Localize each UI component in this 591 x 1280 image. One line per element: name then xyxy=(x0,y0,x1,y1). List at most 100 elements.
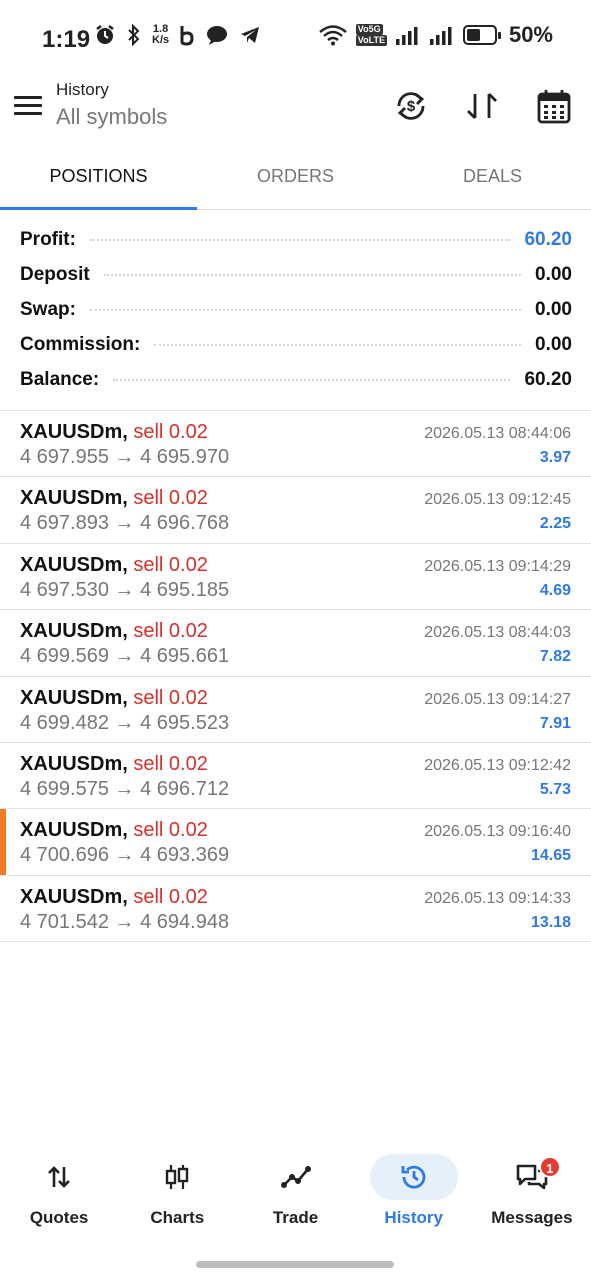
dotted-leader xyxy=(103,273,522,276)
deal-list: XAUUSDm, sell 0.02 4 697.955 → 4 695.970… xyxy=(0,411,591,943)
deal-time: 2026.05.13 08:44:06 xyxy=(424,425,571,442)
wifi-icon xyxy=(318,25,347,46)
nav-charts-label: Charts xyxy=(150,1208,205,1227)
summary-panel: Profit: 60.20 Deposit 0.00 Swap: 0.00 Co… xyxy=(20,222,572,397)
b-app-icon xyxy=(180,26,194,46)
symbol-filter[interactable]: All symbols xyxy=(56,104,167,130)
deposit-value: 0.00 xyxy=(535,263,572,285)
deal-time: 2026.05.13 09:12:42 xyxy=(424,756,571,774)
deal-symbol-line: XAUUSDm, sell 0.02 xyxy=(20,421,208,444)
history-icon xyxy=(369,1154,458,1200)
list-item[interactable]: XAUUSDm, sell 0.02 4 699.569 → 4 695.661… xyxy=(0,610,591,677)
charts-icon xyxy=(133,1154,221,1200)
status-right-icons: Vo5G VoLTE 50% xyxy=(318,22,553,48)
summary-swap-row: Swap: 0.00 xyxy=(20,292,572,327)
profit-label: Profit: xyxy=(20,228,76,250)
volte-label: VoLTE xyxy=(355,35,387,46)
trade-icon xyxy=(252,1154,340,1200)
dotted-leader xyxy=(154,343,522,346)
nav-quotes-label: Quotes xyxy=(29,1208,89,1227)
tab-positions[interactable]: POSITIONS xyxy=(0,150,197,210)
calendar-icon[interactable] xyxy=(534,86,574,126)
nav-trade-label: Trade xyxy=(272,1208,319,1227)
signal-1-icon xyxy=(395,27,418,45)
deal-prices: 4 699.569 → 4 695.661 xyxy=(20,645,230,668)
deal-profit: 7.82 xyxy=(539,648,571,666)
deal-symbol: XAUUSDm, xyxy=(20,620,128,643)
list-item[interactable]: XAUUSDm, sell 0.02 4 697.955 → 4 695.970… xyxy=(0,411,591,478)
deal-time: 2026.05.13 09:14:27 xyxy=(424,690,571,708)
deal-profit: 5.73 xyxy=(539,780,571,798)
deal-prices: 4 699.482 → 4 695.523 xyxy=(20,711,230,734)
deal-side: sell 0.02 xyxy=(133,620,208,643)
summary-balance-row: Balance: 60.20 xyxy=(20,362,572,397)
tab-orders[interactable]: ORDERS xyxy=(197,150,394,209)
page-title: History xyxy=(56,80,109,99)
deal-profit: 2.25 xyxy=(539,515,571,533)
status-bar: 1:19 1.8 K/s Vo5G VoLTE 50% xyxy=(0,0,591,78)
dotted-leader xyxy=(89,238,511,241)
deal-side: sell 0.02 xyxy=(133,819,208,842)
deal-symbol-line: XAUUSDm, sell 0.02 xyxy=(20,753,208,776)
deal-side: sell 0.02 xyxy=(133,885,208,908)
network-speed-unit: K/s xyxy=(152,34,170,46)
list-item[interactable]: XAUUSDm, sell 0.02 4 699.575 → 4 696.712… xyxy=(0,743,591,810)
app-header: History All symbols $ xyxy=(0,78,591,148)
nav-messages[interactable]: 1 Messages xyxy=(473,1150,591,1230)
deal-prices: 4 697.530 → 4 695.185 xyxy=(20,578,230,601)
deal-profit: 3.97 xyxy=(539,449,571,466)
list-item[interactable]: XAUUSDm, sell 0.02 4 697.530 → 4 695.185… xyxy=(0,544,591,611)
vo5g-label: Vo5G xyxy=(355,24,383,35)
summary-deposit-row: Deposit 0.00 xyxy=(20,257,572,292)
deal-prices: 4 701.542 → 4 694.948 xyxy=(20,910,230,933)
deal-symbol: XAUUSDm, xyxy=(20,686,128,709)
deal-prices: 4 697.893 → 4 696.768 xyxy=(20,512,230,535)
deal-side: sell 0.02 xyxy=(133,421,208,443)
sort-icon[interactable] xyxy=(462,86,502,126)
list-item[interactable]: XAUUSDm, sell 0.02 4 699.482 → 4 695.523… xyxy=(0,677,591,743)
alarm-icon xyxy=(96,25,114,44)
signal-2-icon xyxy=(429,27,452,45)
deal-profit: 13.18 xyxy=(530,913,571,931)
nav-quotes[interactable]: Quotes xyxy=(0,1150,118,1230)
list-item[interactable]: XAUUSDm, sell 0.02 4 700.696 → 4 693.369… xyxy=(0,809,591,876)
commission-label: Commission: xyxy=(20,333,141,355)
list-item[interactable]: XAUUSDm, sell 0.02 4 697.893 → 4 696.768… xyxy=(0,477,591,544)
deal-symbol: XAUUSDm, xyxy=(20,487,128,510)
list-item[interactable]: XAUUSDm, sell 0.02 4 701.542 → 4 694.948… xyxy=(0,876,591,943)
deal-symbol: XAUUSDm, xyxy=(20,752,128,775)
deal-side: sell 0.02 xyxy=(133,686,208,709)
chat-icon xyxy=(207,26,228,45)
deal-symbol-line: XAUUSDm, sell 0.02 xyxy=(20,886,208,909)
nav-messages-label: Messages xyxy=(491,1208,573,1227)
profit-value: 60.20 xyxy=(524,228,572,250)
deal-symbol-line: XAUUSDm, sell 0.02 xyxy=(20,487,208,510)
deal-side: sell 0.02 xyxy=(133,752,208,775)
deal-symbol: XAUUSDm, xyxy=(20,421,128,443)
deal-symbol-line: XAUUSDm, sell 0.02 xyxy=(20,620,208,643)
deal-time: 2026.05.13 09:12:45 xyxy=(424,491,571,509)
tab-deals[interactable]: DEALS xyxy=(394,150,591,209)
deal-symbol: XAUUSDm, xyxy=(20,553,128,576)
battery-icon xyxy=(462,25,501,45)
nav-charts[interactable]: Charts xyxy=(118,1150,236,1230)
deal-time: 2026.05.13 09:14:29 xyxy=(424,557,571,575)
bluetooth-icon xyxy=(128,24,140,46)
messages-badge: 1 xyxy=(538,1156,561,1178)
deal-time: 2026.05.13 09:16:40 xyxy=(424,823,571,841)
status-time: 1:19 xyxy=(42,26,91,53)
deal-profit: 7.91 xyxy=(539,714,571,732)
nav-trade[interactable]: Trade xyxy=(236,1150,354,1230)
network-speed: 1.8 K/s xyxy=(152,24,169,46)
swap-value: 0.00 xyxy=(535,298,572,320)
deal-time: 2026.05.13 08:44:03 xyxy=(424,624,571,642)
nav-history[interactable]: History xyxy=(355,1150,473,1230)
deal-profit: 14.65 xyxy=(530,847,571,865)
home-indicator[interactable] xyxy=(196,1261,394,1268)
deal-side: sell 0.02 xyxy=(133,553,208,576)
menu-icon[interactable] xyxy=(14,96,42,118)
currency-refresh-icon[interactable]: $ xyxy=(391,86,431,126)
svg-text:$: $ xyxy=(407,98,416,115)
deal-symbol-line: XAUUSDm, sell 0.02 xyxy=(20,819,208,842)
deal-time: 2026.05.13 09:14:33 xyxy=(424,889,571,907)
